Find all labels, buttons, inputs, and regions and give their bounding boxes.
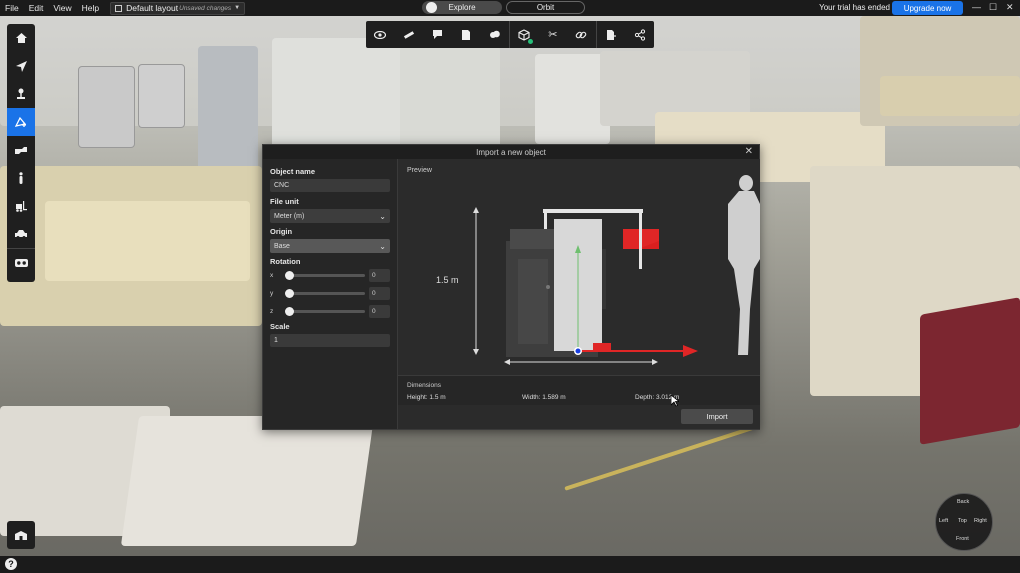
upgrade-button[interactable]: Upgrade now (892, 1, 963, 15)
rotation-y-label: y (270, 290, 274, 297)
chevron-down-icon: ▼ (234, 5, 241, 11)
width-value: Width: 1.589 m (522, 394, 566, 401)
dialog-header: Import a new object ✕ (263, 145, 759, 159)
object-preview[interactable] (398, 159, 760, 375)
close-icon[interactable]: ✕ (745, 146, 753, 157)
scissors-icon[interactable]: ✂ (539, 21, 568, 48)
layout-selector[interactable]: Default layout Unsaved changes ▼ (110, 1, 246, 15)
document-icon[interactable] (452, 21, 481, 48)
view-top-button[interactable]: Top (958, 518, 967, 524)
forklift-icon[interactable] (7, 192, 35, 220)
file-unit-value: Meter (m) (274, 212, 305, 220)
view-front-button[interactable]: Front (956, 536, 969, 542)
menu-file[interactable]: File (0, 3, 24, 13)
rotation-label: Rotation (270, 257, 301, 266)
origin-select[interactable]: Base ⌄ (270, 239, 390, 253)
object-name-label: Object name (270, 167, 316, 176)
rotation-x-input[interactable]: 0 (369, 269, 390, 282)
view-right-button[interactable]: Right (974, 518, 987, 524)
minimize-icon[interactable]: — (972, 2, 981, 12)
menu-edit[interactable]: Edit (24, 3, 49, 13)
view-back-button[interactable]: Back (957, 499, 969, 505)
share-icon[interactable] (625, 21, 654, 48)
vr-headset-icon[interactable] (7, 248, 35, 277)
explore-mode-button[interactable]: Explore (422, 1, 502, 14)
view-cube-compass: Back Left Top Right Front (935, 493, 993, 551)
menu-view[interactable]: View (48, 3, 76, 13)
scale-label: Scale (270, 322, 290, 331)
file-unit-label: File unit (270, 197, 299, 206)
chevron-down-icon: ⌄ (379, 241, 386, 251)
eye-icon[interactable] (366, 21, 395, 48)
rotation-x-label: x (270, 272, 274, 279)
car-icon[interactable] (7, 220, 35, 248)
slider-handle[interactable] (285, 307, 294, 316)
layout-name: Default layout (126, 3, 179, 13)
pin-icon[interactable] (7, 80, 35, 108)
import-button[interactable]: Import (681, 409, 753, 424)
rotation-y-input[interactable]: 0 (369, 287, 390, 300)
cube-icon[interactable] (508, 21, 539, 48)
measure-icon[interactable] (395, 21, 424, 48)
object-name-input[interactable]: CNC (270, 179, 390, 192)
origin-value: Base (274, 242, 290, 250)
view-left-button[interactable]: Left (939, 518, 948, 524)
import-object-icon[interactable] (7, 108, 35, 136)
slider-handle[interactable] (285, 289, 294, 298)
layout-icon (115, 4, 123, 12)
active-indicator (527, 39, 533, 44)
menu-help[interactable]: Help (77, 3, 104, 13)
play-icon (426, 2, 437, 13)
slider-handle[interactable] (285, 271, 294, 280)
mouse-cursor-icon (671, 395, 679, 407)
close-window-icon[interactable]: ✕ (1006, 2, 1014, 13)
import-object-dialog: Import a new object ✕ Object name CNC Fi… (262, 144, 760, 430)
floor-plan-icon[interactable] (7, 521, 35, 549)
rotation-y-slider[interactable] (285, 289, 365, 298)
orbit-label: Orbit (536, 3, 555, 12)
annotation-icon[interactable] (423, 21, 452, 48)
layout-status: Unsaved changes (179, 4, 232, 12)
person-icon[interactable] (7, 164, 35, 192)
home-icon[interactable] (7, 24, 35, 52)
chevron-down-icon: ⌄ (379, 211, 386, 221)
rotation-z-label: z (270, 308, 274, 315)
scale-input[interactable]: 1 (270, 334, 390, 347)
file-unit-select[interactable]: Meter (m) ⌄ (270, 209, 390, 223)
rotation-x-slider[interactable] (285, 271, 365, 280)
trial-message: Your trial has ended (819, 3, 890, 12)
dialog-title: Import a new object (476, 147, 546, 157)
export-icon[interactable] (595, 21, 626, 48)
origin-label: Origin (270, 227, 293, 236)
rotation-z-input[interactable]: 0 (369, 305, 390, 318)
maximize-icon[interactable]: ☐ (989, 2, 997, 13)
dimensions-section: Dimensions Height: 1.5 m Width: 1.589 m … (398, 375, 760, 405)
help-icon[interactable]: ? (5, 558, 17, 570)
status-bar: ? (0, 556, 1020, 573)
preview-panel: Preview 1.5 m Dimensions Height: 1.5 m W… (397, 159, 760, 429)
cloud-icon[interactable] (480, 21, 509, 48)
navigate-icon[interactable] (7, 52, 35, 80)
hand-icon[interactable] (7, 136, 35, 164)
dimensions-label: Dimensions (407, 382, 441, 389)
top-toolbar: ✂ (366, 21, 654, 48)
import-settings-panel: Object name CNC File unit Meter (m) ⌄ Or… (263, 159, 396, 429)
left-sidebar (7, 24, 35, 282)
orbit-mode-button[interactable]: Orbit (506, 1, 585, 14)
height-annotation: 1.5 m (436, 275, 459, 285)
height-value: Height: 1.5 m (407, 394, 446, 401)
rotation-z-slider[interactable] (285, 307, 365, 316)
explore-label: Explore (448, 3, 476, 12)
link-icon[interactable] (567, 21, 596, 48)
